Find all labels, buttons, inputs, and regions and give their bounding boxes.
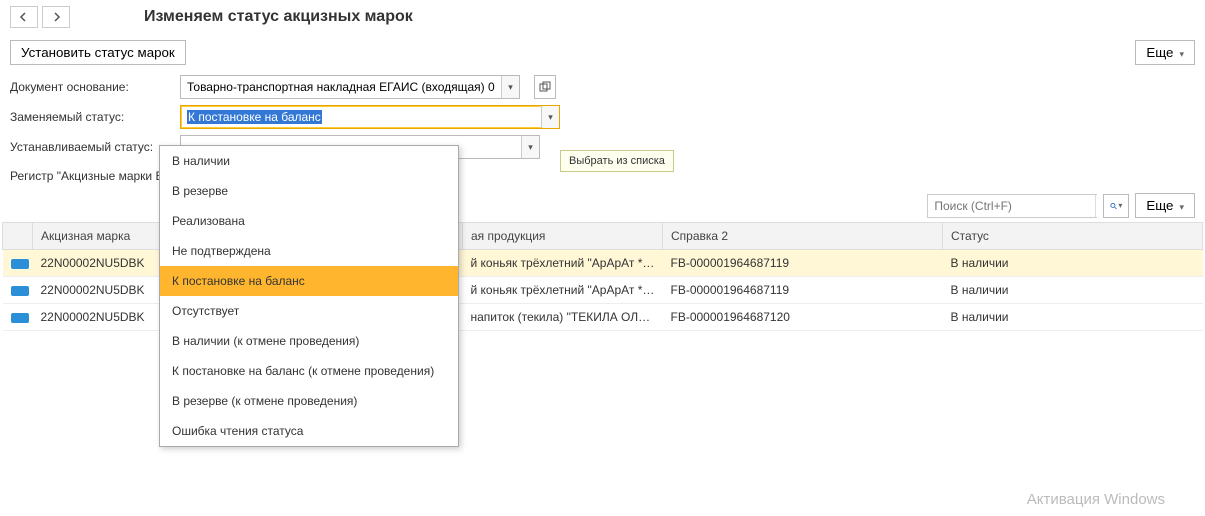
windows-activation-watermark: Активация Windows [1027, 491, 1165, 508]
set-status-label: Устанавливаемый статус: [10, 140, 170, 154]
more-button-top[interactable]: Еще [1135, 40, 1195, 65]
dropdown-item[interactable]: В наличии (к отмене проведения) [160, 326, 458, 356]
doc-base-label: Документ основание: [10, 80, 170, 94]
dropdown-item[interactable]: Отсутствует [160, 296, 458, 326]
nav-back-button[interactable] [10, 6, 38, 28]
dropdown-tooltip: Выбрать из списка [560, 150, 674, 172]
cell-status: В наличии [943, 304, 1203, 331]
doc-base-dropdown-button[interactable]: ▾ [501, 76, 519, 98]
status-dropdown[interactable]: В наличииВ резервеРеализованаНе подтверж… [159, 145, 459, 447]
dropdown-item[interactable]: Реализована [160, 206, 458, 236]
dropdown-item[interactable]: В резерве [160, 176, 458, 206]
cell-product: й коньяк трёхлетний "АрАрАт ***" [463, 277, 663, 304]
set-stamp-status-label: Установить статус марок [21, 45, 175, 60]
replaced-status-dropdown-button[interactable]: ▾ [541, 106, 559, 128]
col-spravka[interactable]: Справка 2 [663, 223, 943, 250]
cell-spravka: FB-000001964687119 [663, 250, 943, 277]
search-wrap: × [927, 194, 1097, 218]
doc-base-open-button[interactable] [534, 75, 556, 99]
chevron-down-icon [1177, 198, 1184, 213]
doc-base-input[interactable] [181, 76, 501, 98]
replaced-status-input[interactable]: К постановке на баланс [181, 106, 541, 128]
cell-status: В наличии [943, 250, 1203, 277]
set-stamp-status-button[interactable]: Установить статус марок [10, 40, 186, 65]
replaced-status-value: К постановке на баланс [187, 110, 322, 124]
cell-product: й коньяк трёхлетний "АрАрАт ***" [463, 250, 663, 277]
search-input[interactable] [928, 195, 1095, 217]
col-icon[interactable] [3, 223, 33, 250]
replaced-status-label: Заменяемый статус: [10, 110, 170, 124]
cell-spravka: FB-000001964687119 [663, 277, 943, 304]
dropdown-item[interactable]: К постановке на баланс [160, 266, 458, 296]
mark-icon [11, 259, 29, 269]
nav-forward-button[interactable] [42, 6, 70, 28]
col-status[interactable]: Статус [943, 223, 1203, 250]
dropdown-item[interactable]: Ошибка чтения статуса [160, 416, 458, 446]
search-button[interactable]: ▾ [1103, 194, 1129, 218]
more-button-label: Еще [1146, 45, 1173, 60]
more-button-table[interactable]: Еще [1135, 193, 1195, 218]
mark-icon [11, 286, 29, 296]
chevron-down-icon [1177, 45, 1184, 60]
dropdown-item[interactable]: К постановке на баланс (к отмене проведе… [160, 356, 458, 386]
dropdown-item[interactable]: В резерве (к отмене проведения) [160, 386, 458, 416]
dropdown-item[interactable]: Не подтверждена [160, 236, 458, 266]
dropdown-item[interactable]: В наличии [160, 146, 458, 176]
mark-icon [11, 313, 29, 323]
more-button-table-label: Еще [1146, 198, 1173, 213]
cell-spravka: FB-000001964687120 [663, 304, 943, 331]
page-title: Изменяем статус акцизных марок [144, 8, 413, 26]
cell-product: напиток (текила) "ТЕКИЛА ОЛЬ… [463, 304, 663, 331]
set-status-dropdown-button[interactable]: ▾ [521, 136, 539, 158]
col-product[interactable]: ая продукция [463, 223, 663, 250]
cell-status: В наличии [943, 277, 1203, 304]
